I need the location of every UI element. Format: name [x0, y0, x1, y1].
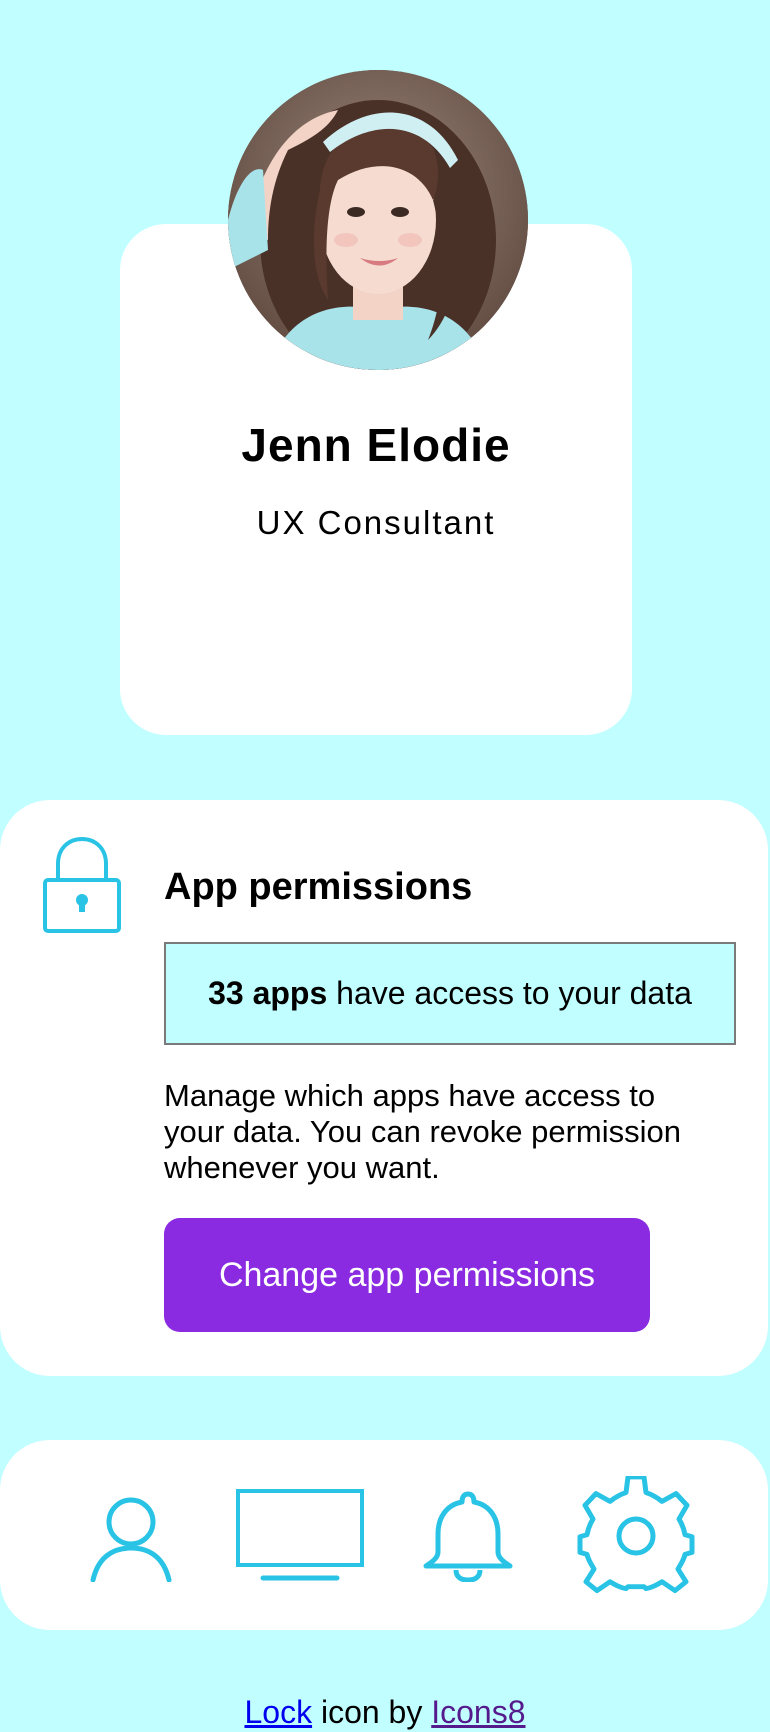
attribution-footer: Lock icon by Icons8 [0, 1694, 770, 1731]
apps-count: 33 apps [208, 975, 328, 1011]
avatar [228, 70, 528, 370]
permissions-description: Manage which apps have access to your da… [164, 1078, 681, 1185]
user-icon[interactable] [90, 1496, 172, 1582]
apps-count-suffix: have access to your data [327, 975, 692, 1011]
profile-role: UX Consultant [256, 504, 496, 541]
lock-icon [42, 836, 122, 934]
profile-photo [228, 70, 528, 370]
icons8-link[interactable]: Icons8 [431, 1694, 525, 1730]
change-permissions-button[interactable]: Change app permissions [164, 1218, 650, 1332]
bell-icon[interactable] [422, 1490, 514, 1582]
permissions-title: App permissions [164, 866, 473, 908]
monitor-icon[interactable] [235, 1488, 365, 1582]
profile-name: Jenn Elodie [241, 419, 511, 471]
access-summary: 33 apps have access to your data [164, 942, 736, 1045]
attribution-text: icon by [312, 1694, 432, 1730]
gear-icon[interactable] [576, 1476, 696, 1596]
lock-icon-link[interactable]: Lock [244, 1694, 312, 1730]
